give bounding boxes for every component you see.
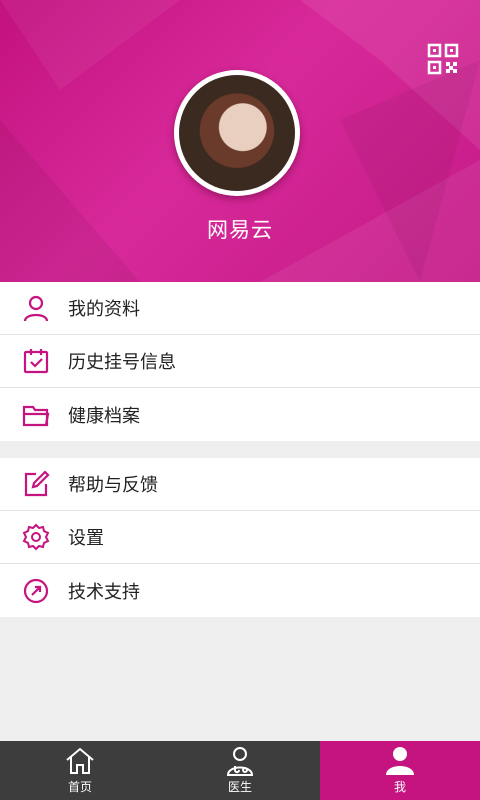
- qr-code-button[interactable]: [426, 42, 460, 76]
- user-icon: [23, 295, 49, 322]
- qr-code-icon: [427, 43, 459, 75]
- avatar-image: [179, 75, 295, 191]
- tab-doctor[interactable]: 医生: [160, 741, 320, 800]
- menu-item-label: 我的资料: [68, 299, 140, 320]
- menu-group-1: 我的资料 历史挂号信息 健康档案: [0, 282, 480, 441]
- tab-label: 首页: [67, 780, 92, 794]
- tab-label: 我: [393, 780, 406, 794]
- calendar-check-icon: [23, 349, 49, 374]
- menu-item-label: 健康档案: [68, 405, 140, 427]
- menu-item-registration-history[interactable]: 历史挂号信息: [0, 335, 480, 388]
- edit-icon: [24, 470, 50, 497]
- menu-group-2: 帮助与反馈 设置 技术支持: [0, 458, 480, 617]
- tab-label: 医生: [227, 780, 252, 794]
- profile-header: 网易云: [0, 0, 480, 282]
- menu-item-help-feedback[interactable]: 帮助与反馈: [0, 458, 480, 511]
- menu-item-label: 技术支持: [68, 581, 140, 603]
- avatar[interactable]: [174, 70, 300, 196]
- menu-item-tech-support[interactable]: 技术支持: [0, 564, 480, 617]
- menu-item-label: 历史挂号信息: [68, 352, 176, 373]
- home-icon: [66, 747, 94, 774]
- tab-home[interactable]: 首页: [0, 741, 160, 800]
- person-icon: [386, 747, 414, 775]
- menu-item-my-profile[interactable]: 我的资料: [0, 282, 480, 335]
- compass-icon: [23, 578, 49, 603]
- bottom-tab-bar: 首页 医生 我: [0, 741, 480, 800]
- gear-icon: [22, 523, 50, 551]
- menu-item-label: 设置: [68, 528, 104, 549]
- folder-icon: [22, 405, 50, 426]
- menu-item-label: 帮助与反馈: [68, 475, 158, 496]
- tab-me[interactable]: 我: [320, 741, 480, 800]
- menu-item-settings[interactable]: 设置: [0, 511, 480, 564]
- menu-item-health-records[interactable]: 健康档案: [0, 388, 480, 441]
- username: 网易云: [207, 218, 273, 242]
- doctor-icon: [226, 747, 254, 776]
